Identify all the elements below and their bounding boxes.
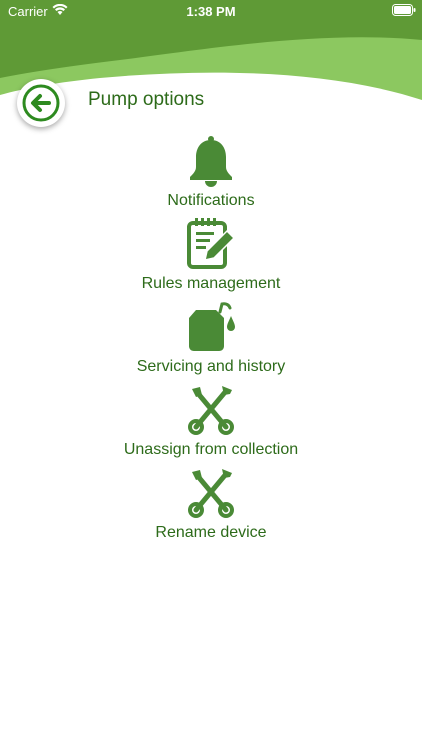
menu-item-notifications[interactable]: Notifications [0, 134, 422, 217]
menu-item-servicing-and-history[interactable]: Servicing and history [0, 300, 422, 383]
status-bar: Carrier 1:38 PM [0, 0, 422, 24]
menu-item-unassign-from-collection[interactable]: Unassign from collection [0, 383, 422, 466]
page-title: Pump options [88, 89, 205, 110]
menu-label-servicing-and-history: Servicing and history [136, 358, 286, 375]
menu-label-unassign-from-collection: Unassign from collection [123, 441, 299, 458]
battery-icon [392, 4, 416, 16]
oil-can-icon [186, 300, 236, 354]
bell-icon [186, 134, 236, 188]
pump-options-menu: Notifications Rules management Servicing… [0, 134, 422, 549]
menu-item-rename-device[interactable]: Rename device [0, 466, 422, 549]
menu-label-rename-device: Rename device [155, 524, 267, 541]
status-time: 1:38 PM [186, 4, 236, 19]
tools-icon [186, 466, 236, 520]
menu-label-notifications: Notifications [167, 192, 255, 209]
menu-item-rules-management[interactable]: Rules management [0, 217, 422, 300]
notepad-edit-icon [186, 217, 236, 271]
back-button[interactable] [17, 79, 65, 127]
arrow-left-icon [22, 84, 60, 122]
menu-label-rules-management: Rules management [141, 275, 281, 292]
tools-icon [186, 383, 236, 437]
